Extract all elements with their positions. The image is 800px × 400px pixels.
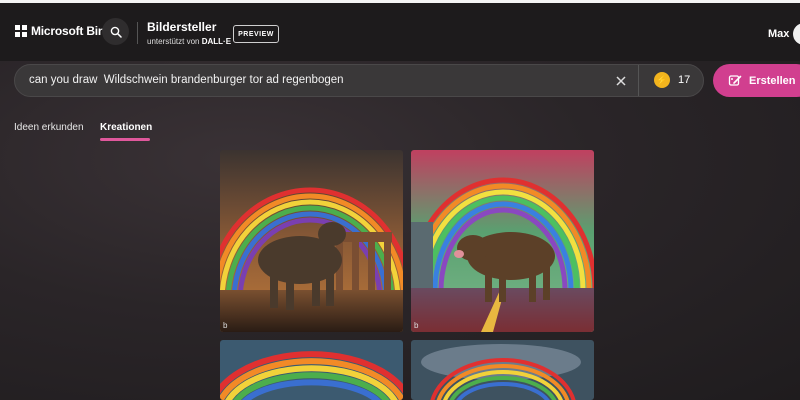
- image-3-art: [220, 340, 403, 400]
- brand-name[interactable]: Microsoft Bing: [31, 24, 112, 38]
- dalle-watermark-icon: b: [414, 321, 419, 330]
- product-subtitle-prefix: unterstützt von: [147, 37, 200, 46]
- tab-ideen-erkunden[interactable]: Ideen erkunden: [14, 122, 84, 133]
- search-icon: [110, 26, 122, 38]
- generated-image-1[interactable]: b: [220, 150, 403, 332]
- tab-kreationen[interactable]: Kreationen: [100, 122, 152, 133]
- product-title[interactable]: Bildersteller: [147, 20, 216, 34]
- generated-image-3[interactable]: [220, 340, 403, 400]
- create-icon: [728, 74, 742, 86]
- create-button[interactable]: Erstellen: [713, 64, 800, 97]
- image-2-art: [411, 150, 594, 332]
- create-button-label: Erstellen: [749, 74, 796, 87]
- preview-badge: PREVIEW: [233, 25, 279, 43]
- clear-button[interactable]: [612, 72, 630, 90]
- image-4-art: [411, 340, 594, 400]
- product-subtitle-brand: DALL·E: [201, 37, 232, 46]
- generated-image-4[interactable]: [411, 340, 594, 400]
- generated-image-2[interactable]: b: [411, 150, 594, 332]
- boost-count: 17: [678, 74, 691, 86]
- product-subtitle: unterstützt von DALL·E: [147, 37, 231, 46]
- image-1-art: [220, 150, 403, 332]
- active-tab-indicator: [100, 138, 150, 141]
- close-icon: [616, 76, 626, 86]
- dalle-watermark-icon: b: [223, 321, 228, 330]
- header-divider: [137, 22, 138, 44]
- prompt-input-text[interactable]: can you draw Wildschwein brandenburger t…: [29, 74, 344, 86]
- microsoft-logo-icon[interactable]: [15, 25, 27, 37]
- user-name[interactable]: Max: [768, 28, 789, 40]
- prompt-input[interactable]: can you draw Wildschwein brandenburger t…: [14, 64, 704, 97]
- boost-icon[interactable]: ⚡: [654, 72, 670, 88]
- search-button[interactable]: [102, 18, 129, 45]
- prompt-divider: [638, 65, 639, 96]
